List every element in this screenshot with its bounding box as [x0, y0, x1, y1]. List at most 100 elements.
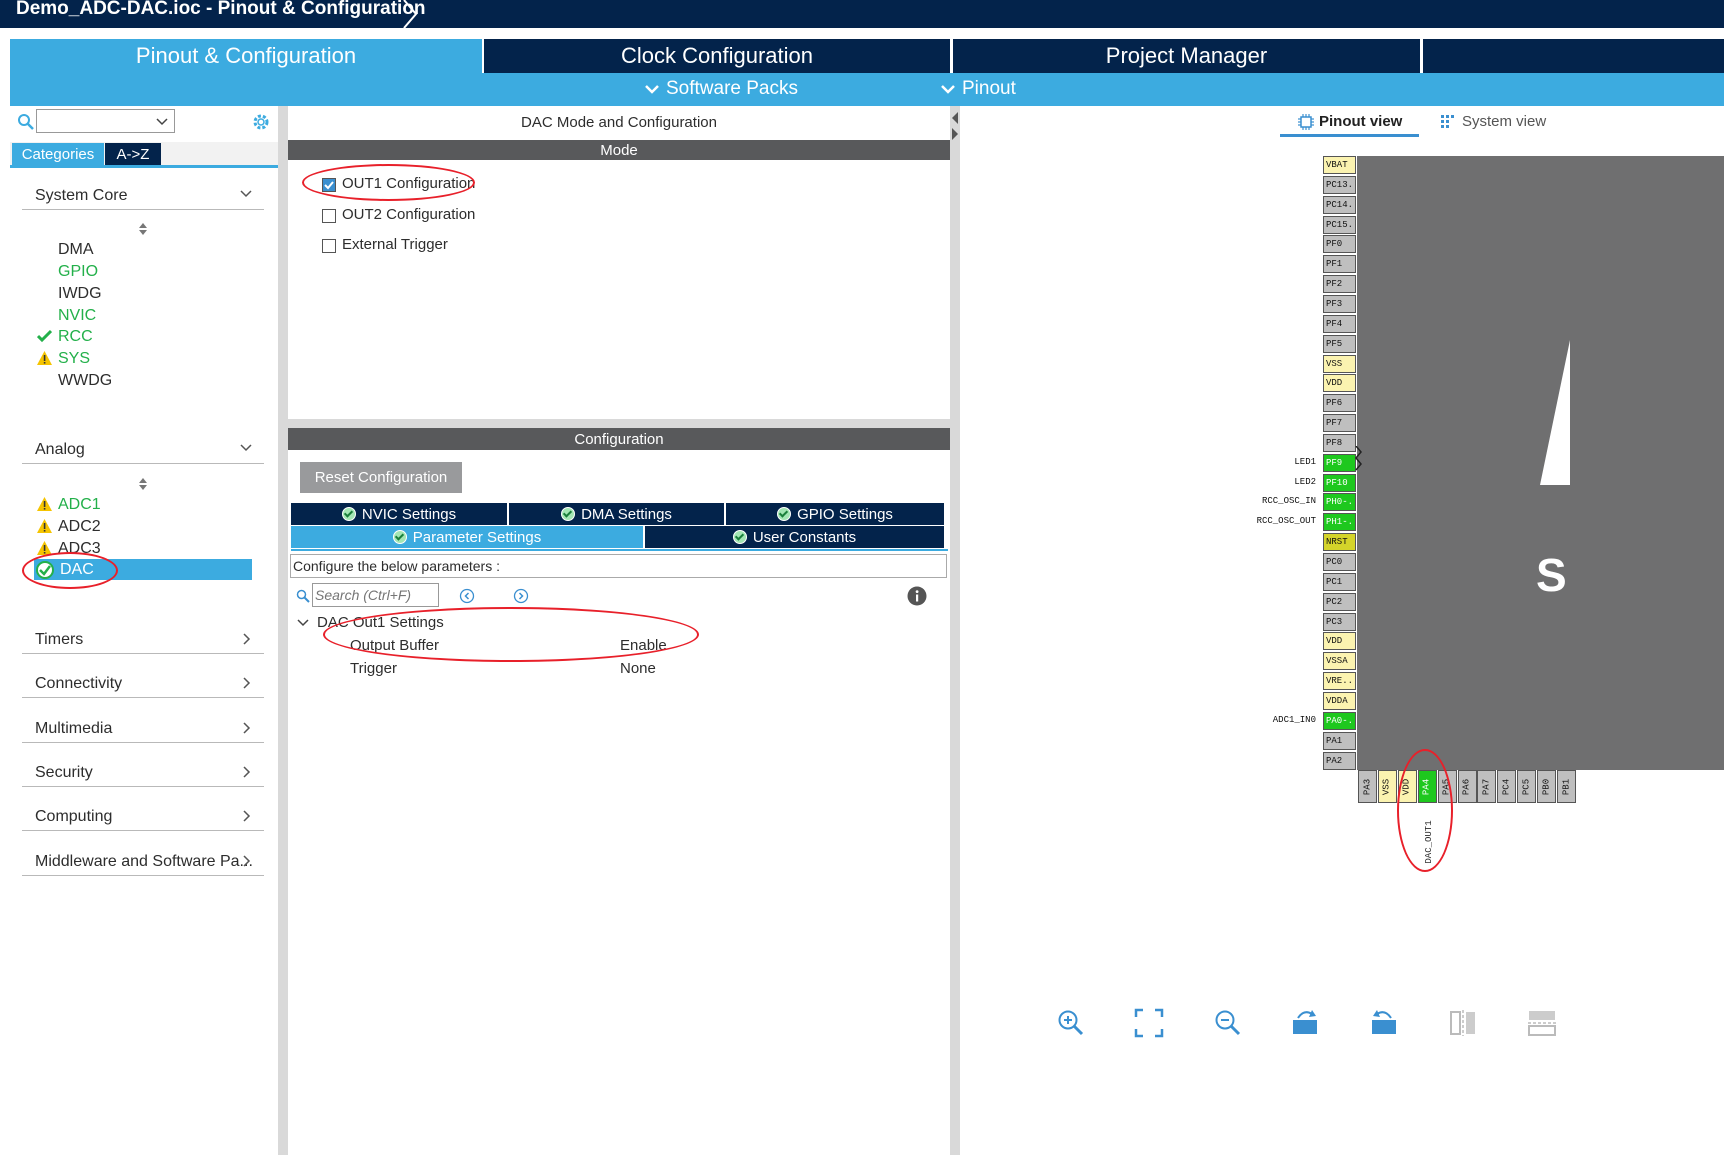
pin-pf10[interactable]: PF10: [1323, 473, 1356, 492]
pin-pf1[interactable]: PF1: [1323, 255, 1356, 274]
tab-dma-settings[interactable]: DMA Settings: [509, 503, 724, 525]
pin-pa1[interactable]: PA1: [1323, 731, 1356, 750]
pin-name: VSS: [1381, 778, 1392, 795]
pin-pc15[interactable]: PC15..: [1323, 215, 1356, 234]
chevron-down-icon: [240, 190, 252, 198]
tab-pinout-configuration[interactable]: Pinout & Configuration: [10, 39, 482, 73]
pin-pf9[interactable]: PF9: [1323, 453, 1356, 472]
pin-pf5[interactable]: PF5: [1323, 334, 1356, 353]
pin-pf7[interactable]: PF7: [1323, 414, 1356, 433]
pin-function-label: LED1: [1294, 456, 1316, 467]
pin-vre[interactable]: VRE..: [1323, 672, 1356, 691]
info-icon[interactable]: [907, 586, 927, 606]
pin-pc3[interactable]: PC3: [1323, 612, 1356, 631]
pin-pf0[interactable]: PF0: [1323, 235, 1356, 254]
software-packs-menu[interactable]: Software Packs: [644, 78, 798, 100]
rotate-right-icon[interactable]: [1290, 1008, 1320, 1038]
pin-pa0[interactable]: PA0-..: [1323, 711, 1356, 730]
search-icon[interactable]: [17, 113, 35, 131]
pin-pb0[interactable]: PB0: [1537, 770, 1557, 803]
window-title: Demo_ADC-DAC.ioc - Pinout & Configuratio…: [16, 0, 426, 19]
category-security[interactable]: Security: [22, 762, 264, 787]
tab-tools[interactable]: [1423, 39, 1724, 73]
category-computing[interactable]: Computing: [22, 806, 264, 831]
pin-vss[interactable]: VSS: [1323, 354, 1356, 373]
tab-project-manager[interactable]: Project Manager: [953, 39, 1420, 73]
pin-pf2[interactable]: PF2: [1323, 275, 1356, 294]
category-connectivity[interactable]: Connectivity: [22, 673, 264, 698]
pinout-menu[interactable]: Pinout: [940, 78, 1016, 100]
component-nvic[interactable]: NVIC: [58, 307, 96, 325]
pin-vssa[interactable]: VSSA: [1323, 652, 1356, 671]
component-gpio[interactable]: GPIO: [58, 263, 98, 281]
sort-icon[interactable]: [138, 478, 148, 490]
out2-checkbox[interactable]: [322, 209, 336, 223]
pin-pc0[interactable]: PC0: [1323, 553, 1356, 571]
pin-pf3[interactable]: PF3: [1323, 294, 1356, 313]
flip-horizontal-icon[interactable]: [1448, 1008, 1478, 1038]
pin-pa7[interactable]: PA7: [1477, 770, 1497, 803]
pin-pf6[interactable]: PF6: [1323, 394, 1356, 413]
pin-ph0[interactable]: PH0-..: [1323, 493, 1356, 512]
external-trigger-checkbox[interactable]: [322, 239, 336, 253]
component-dma[interactable]: DMA: [58, 241, 94, 259]
pin-vdd[interactable]: VDD: [1323, 632, 1356, 651]
pin-pb1[interactable]: PB1: [1557, 770, 1576, 803]
tab-nvic-settings[interactable]: NVIC Settings: [291, 503, 507, 525]
pin-pf4[interactable]: PF4: [1323, 314, 1356, 333]
component-adc2[interactable]: ADC2: [58, 518, 101, 536]
component-rcc[interactable]: RCC: [58, 328, 93, 346]
category-multimedia[interactable]: Multimedia: [22, 718, 264, 743]
pin-pc1[interactable]: PC1: [1323, 572, 1356, 591]
previous-result-icon[interactable]: [459, 588, 475, 604]
search-combobox[interactable]: [36, 109, 175, 133]
tab-system-view[interactable]: System view: [1441, 113, 1546, 130]
component-wwdg[interactable]: WWDG: [58, 372, 112, 390]
pin-vss[interactable]: VSS: [1377, 770, 1397, 803]
category-timers[interactable]: Timers: [22, 629, 264, 654]
component-iwdg[interactable]: IWDG: [58, 285, 102, 303]
tab-gpio-settings[interactable]: GPIO Settings: [726, 503, 944, 525]
search-icon: [296, 589, 310, 603]
category-analog[interactable]: Analog: [22, 439, 264, 464]
title-bar: Demo_ADC-DAC.ioc - Pinout & Configuratio…: [0, 0, 1724, 28]
tab-a-z[interactable]: A->Z: [105, 143, 161, 165]
chevron-down-icon[interactable]: [297, 618, 309, 628]
pin-vdda[interactable]: VDDA: [1323, 691, 1356, 710]
collapse-handle-icon[interactable]: [951, 110, 959, 142]
next-result-icon[interactable]: [513, 588, 529, 604]
pin-pc4[interactable]: PC4: [1497, 770, 1517, 803]
pin-pc13[interactable]: PC13..: [1323, 175, 1356, 194]
tab-parameter-settings[interactable]: Parameter Settings: [291, 526, 643, 548]
pin-ph1[interactable]: PH1-..: [1323, 513, 1356, 532]
tab-user-constants[interactable]: User Constants: [645, 526, 944, 548]
pin-vdd[interactable]: VDD: [1323, 374, 1356, 393]
tab-pinout-view[interactable]: Pinout view: [1280, 113, 1420, 130]
rotate-left-icon[interactable]: [1369, 1008, 1399, 1038]
pin-name: PC5: [1521, 778, 1532, 795]
pin-pc2[interactable]: PC2: [1323, 592, 1356, 611]
param-value-trigger[interactable]: None: [620, 660, 656, 677]
flip-vertical-icon[interactable]: [1527, 1008, 1557, 1038]
tab-clock-configuration[interactable]: Clock Configuration: [484, 39, 950, 73]
category-system-core[interactable]: System Core: [22, 185, 264, 210]
tab-categories[interactable]: Categories: [12, 143, 104, 165]
fit-screen-icon[interactable]: [1134, 1008, 1164, 1038]
category-middleware[interactable]: Middleware and Software Pa...: [22, 851, 264, 876]
parameter-search-input[interactable]: [312, 583, 439, 607]
pin-pc5[interactable]: PC5: [1517, 770, 1537, 803]
pin-pa6[interactable]: PA6: [1457, 770, 1477, 803]
pin-nrst[interactable]: NRST: [1323, 533, 1356, 552]
pin-pc14[interactable]: PC14..: [1323, 195, 1356, 214]
sort-icon[interactable]: [138, 223, 148, 235]
pin-pa3[interactable]: PA3: [1358, 770, 1377, 803]
gear-icon[interactable]: [251, 112, 271, 132]
component-sys[interactable]: SYS: [58, 350, 90, 368]
pin-pa2[interactable]: PA2: [1323, 751, 1356, 770]
component-adc1[interactable]: ADC1: [58, 496, 101, 514]
zoom-out-icon[interactable]: [1213, 1008, 1243, 1038]
pin-vbat[interactable]: VBAT: [1323, 156, 1356, 174]
reset-configuration-button[interactable]: Reset Configuration: [300, 462, 462, 493]
zoom-in-icon[interactable]: [1056, 1008, 1086, 1038]
pin-pf8[interactable]: PF8: [1323, 433, 1356, 452]
